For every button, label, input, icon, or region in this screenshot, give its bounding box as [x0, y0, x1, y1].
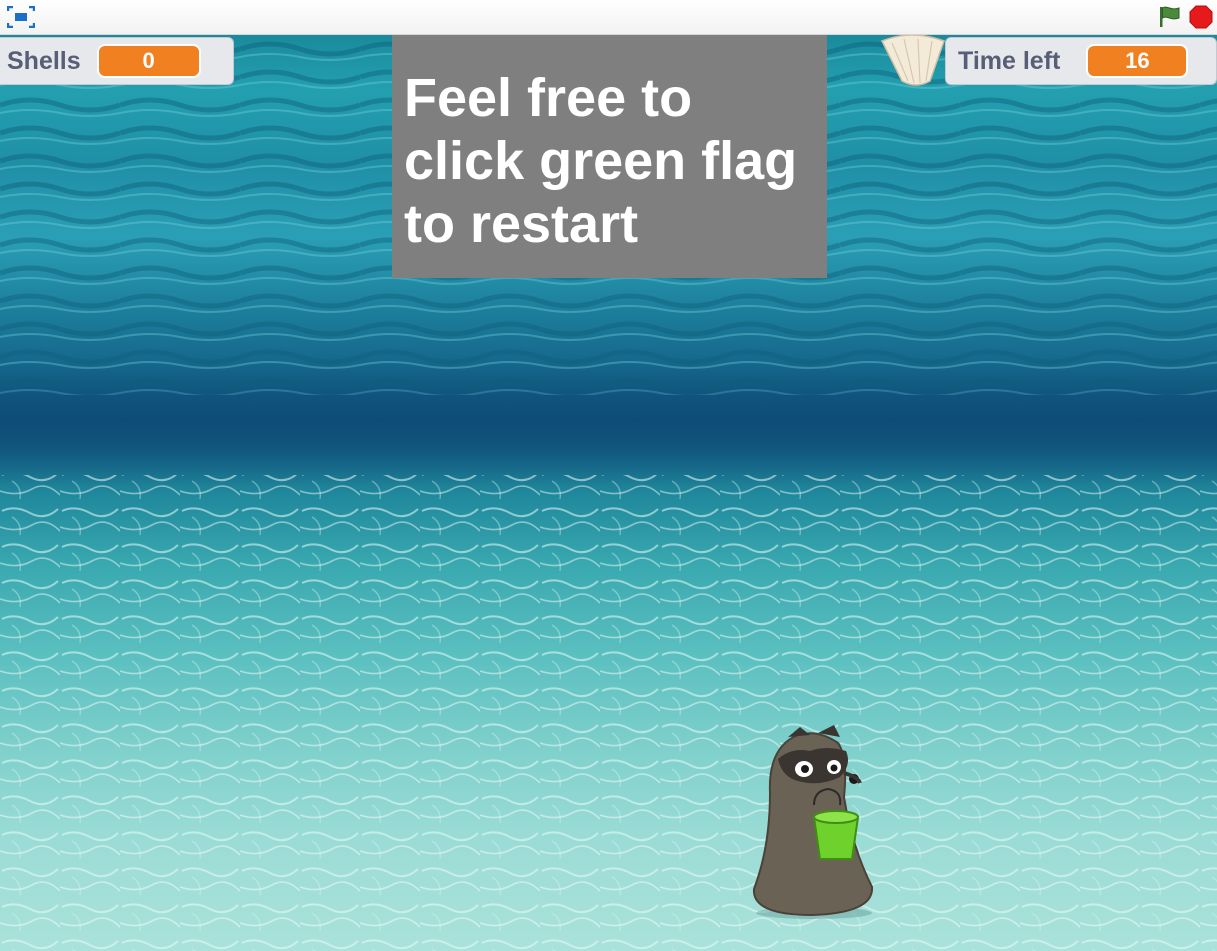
shells-monitor[interactable]: Shells 0 [0, 37, 234, 85]
time-left-monitor[interactable]: Time left 16 [945, 37, 1217, 85]
seashell-icon[interactable] [878, 35, 948, 89]
green-flag-icon[interactable] [1157, 5, 1183, 29]
otter-with-bucket[interactable] [748, 707, 876, 919]
stage-toolbar [0, 0, 1217, 35]
shells-label: Shells [7, 46, 81, 75]
stop-sign-icon[interactable] [1189, 5, 1213, 29]
shells-value: 0 [96, 44, 201, 78]
time-left-label: Time left [958, 46, 1061, 75]
time-left-value: 16 [1086, 44, 1189, 78]
stage[interactable]: Shells 0 Feel free to click green flag t… [0, 35, 1217, 951]
restart-message: Feel free to click green flag to restart [392, 35, 827, 278]
fullscreen-icon[interactable] [6, 5, 36, 29]
